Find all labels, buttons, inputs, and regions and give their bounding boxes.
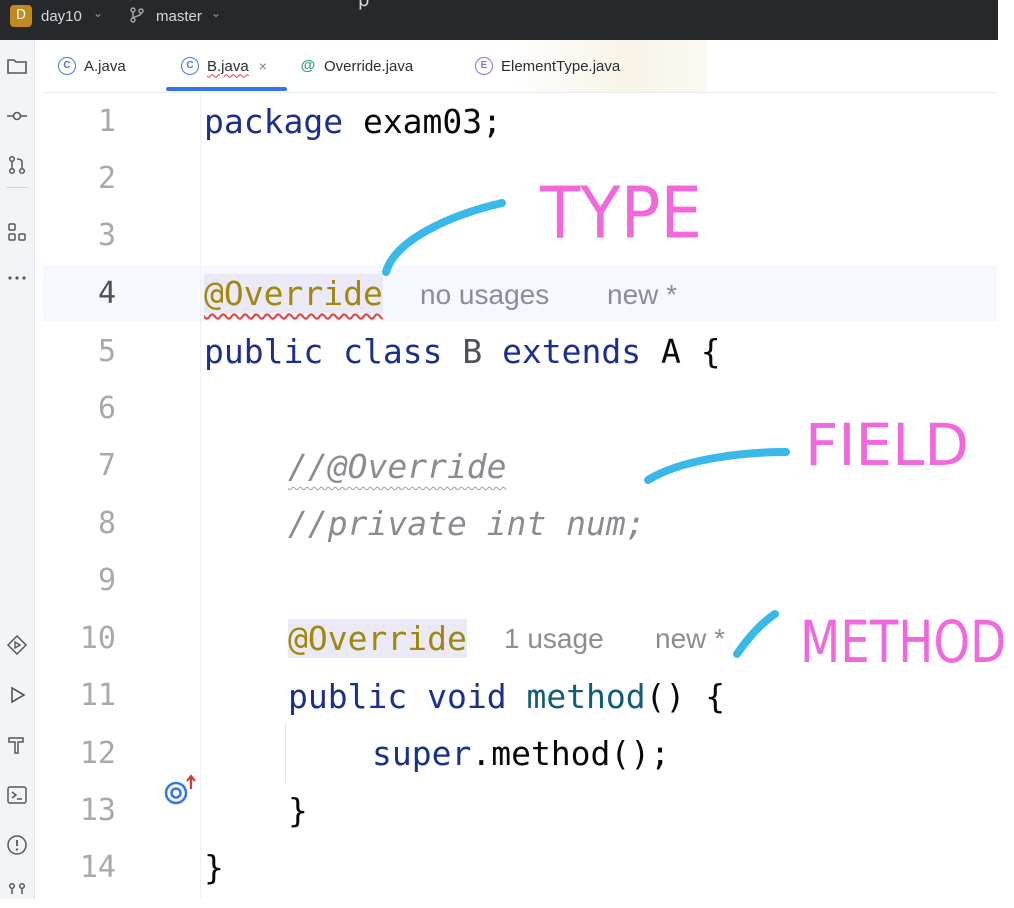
annotation-token: @Override: [204, 274, 383, 313]
commit-icon[interactable]: [5, 104, 29, 128]
code-line-7: //@Override: [288, 447, 507, 486]
keyword: public: [288, 677, 408, 716]
code-line-4: @Override: [204, 274, 383, 313]
usages-hint[interactable]: no usages: [420, 279, 549, 311]
keyword: void: [427, 677, 507, 716]
annotation-icon: @: [300, 57, 316, 74]
build-hammer-icon[interactable]: [5, 733, 29, 757]
title-fragment: p: [358, 0, 370, 11]
keyword: extends: [502, 332, 642, 371]
author-hint[interactable]: new *: [655, 623, 725, 655]
code-text: A {: [661, 332, 721, 371]
usages-hint[interactable]: 1 usage: [504, 623, 604, 655]
editor-tab-bar: C A.java C B.java × @ Override.java E El…: [42, 40, 998, 93]
line-number: 8: [97, 506, 116, 541]
pull-request-icon[interactable]: [5, 153, 29, 177]
tab-a-java[interactable]: C A.java: [58, 40, 126, 92]
comment: //@Override: [288, 447, 507, 486]
run-icon[interactable]: [5, 683, 29, 707]
keyword: class: [343, 332, 443, 371]
services-icon[interactable]: [5, 633, 29, 657]
problems-icon[interactable]: [5, 833, 29, 857]
version-control-icon[interactable]: [5, 880, 29, 904]
keyword: package: [204, 102, 344, 141]
comment: //private int num;: [288, 504, 646, 543]
line-number: 5: [97, 334, 116, 369]
overrides-method-icon[interactable]: [162, 773, 198, 809]
divider: [6, 187, 28, 188]
line-number: 6: [97, 391, 116, 426]
code-line-12: super.method();: [372, 734, 670, 773]
code-line-11: public void method() {: [288, 677, 725, 716]
folder-icon[interactable]: [5, 54, 29, 78]
author-hint[interactable]: new *: [607, 279, 677, 311]
tab-label: ElementType.java: [501, 57, 621, 75]
keyword: public: [204, 332, 324, 371]
line-number: 2: [97, 161, 116, 196]
line-number: 11: [79, 678, 116, 713]
active-tab-indicator: [166, 87, 287, 91]
line-number: 1: [97, 104, 116, 139]
tab-label: A.java: [84, 57, 126, 75]
code-text: exam03;: [343, 102, 503, 141]
git-branch-icon[interactable]: [128, 6, 146, 24]
class-icon: C: [181, 57, 199, 75]
enum-icon: E: [475, 57, 493, 75]
structure-icon[interactable]: [5, 220, 29, 244]
line-number: 12: [79, 736, 116, 771]
line-number: 3: [97, 218, 116, 253]
tab-elementtype-java[interactable]: E ElementType.java: [475, 40, 620, 92]
gutter-divider: [200, 93, 201, 899]
project-name[interactable]: day10: [41, 8, 82, 25]
class-icon: C: [58, 57, 76, 75]
method-name: method: [526, 677, 646, 716]
more-icon[interactable]: [5, 266, 29, 290]
tab-label: B.java: [207, 57, 249, 75]
code-line-1: package exam03;: [204, 102, 502, 141]
tab-override-java[interactable]: @ Override.java: [300, 40, 414, 92]
code-line-10: @Override: [288, 619, 467, 658]
indent-guide: [285, 723, 286, 783]
class-name: B: [462, 332, 483, 371]
code-text: () {: [645, 677, 726, 716]
tool-window-strip: [0, 40, 35, 899]
branch-name[interactable]: master: [156, 8, 202, 25]
close-icon[interactable]: ×: [259, 58, 267, 74]
project-badge[interactable]: D: [10, 5, 32, 27]
code-line-5: public class B extends A {: [204, 332, 721, 371]
code-line-13: }: [288, 791, 308, 830]
title-bar: D day10 ⌄ master ⌄ p: [0, 0, 998, 40]
chevron-down-icon[interactable]: ⌄: [93, 6, 103, 20]
tab-label: Override.java: [324, 57, 414, 75]
code-editor[interactable]: 1 2 3 4 5 6 7 8 9 10 11 12 13 14 package…: [42, 93, 998, 899]
line-number: 13: [79, 793, 116, 828]
tab-b-java[interactable]: C B.java ×: [181, 40, 267, 92]
code-line-14: }: [204, 848, 224, 887]
chevron-down-icon[interactable]: ⌄: [211, 6, 221, 20]
terminal-icon[interactable]: [5, 783, 29, 807]
keyword: super: [372, 734, 472, 773]
code-text: .method();: [471, 734, 671, 773]
line-number: 7: [97, 448, 116, 483]
line-number: 9: [97, 563, 116, 598]
line-number: 10: [79, 621, 116, 656]
line-number: 14: [79, 850, 116, 885]
line-number: 4: [97, 276, 116, 311]
annotation-token: @Override: [288, 619, 467, 658]
code-line-8: //private int num;: [288, 504, 646, 543]
